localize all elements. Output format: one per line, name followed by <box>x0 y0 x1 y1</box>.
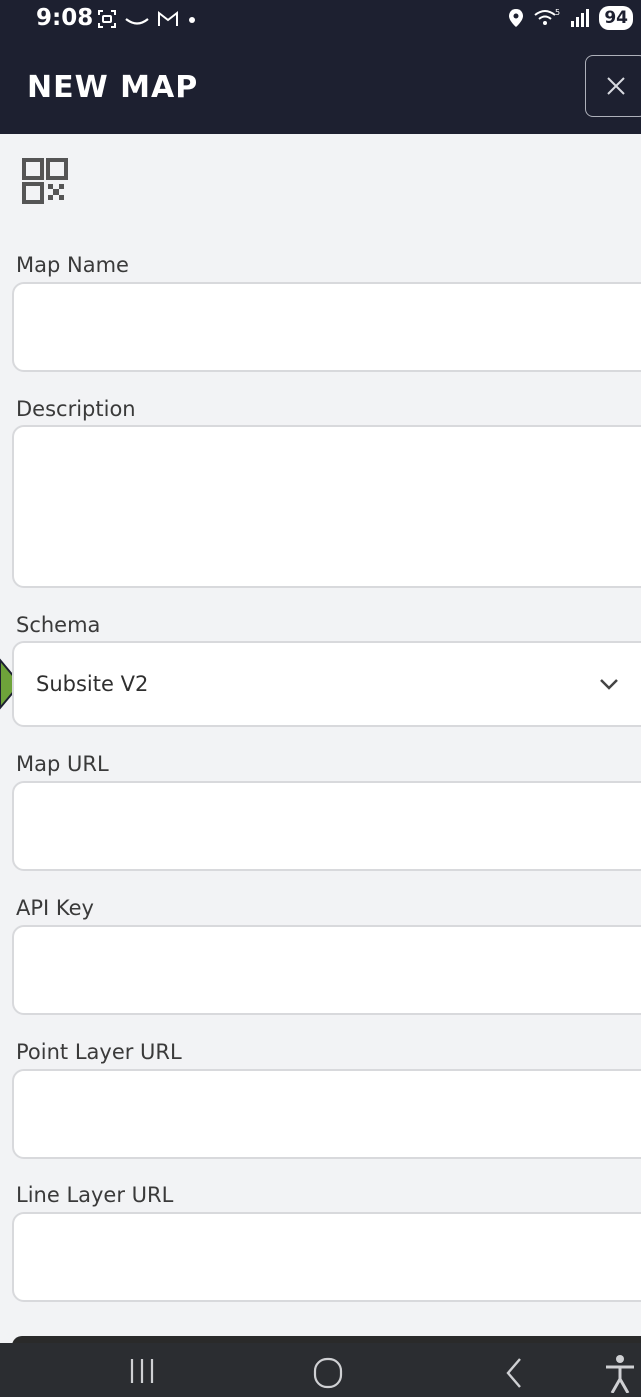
map-name-input[interactable] <box>12 282 641 372</box>
chevron-down-icon <box>600 679 618 690</box>
point-layer-url-label: Point Layer URL <box>16 1040 182 1064</box>
api-key-label: API Key <box>16 896 94 920</box>
schema-label: Schema <box>16 613 101 637</box>
close-icon <box>607 77 625 95</box>
screenshot-icon <box>98 10 116 28</box>
point-layer-url-input[interactable] <box>12 1069 641 1159</box>
dot-icon <box>189 17 195 23</box>
line-layer-url-label: Line Layer URL <box>16 1183 174 1207</box>
app-header: NEW MAP <box>0 36 641 134</box>
gmail-icon <box>158 10 178 26</box>
voicemail-icon <box>125 18 149 25</box>
accessibility-icon[interactable] <box>602 1353 638 1393</box>
battery-level: 94 <box>599 6 633 30</box>
map-url-input[interactable] <box>12 781 641 871</box>
system-nav-bar <box>0 1343 641 1397</box>
svg-text:5: 5 <box>555 8 560 17</box>
qr-scan-button[interactable] <box>22 158 70 206</box>
line-layer-url-input[interactable] <box>12 1212 641 1302</box>
close-button[interactable] <box>585 55 641 117</box>
status-time: 9:08 <box>36 5 94 31</box>
description-input[interactable] <box>12 425 641 588</box>
page-title: NEW MAP <box>27 70 199 105</box>
home-icon[interactable] <box>310 1353 346 1389</box>
location-icon <box>509 9 524 27</box>
map-name-label: Map Name <box>16 253 129 277</box>
back-icon[interactable] <box>500 1353 530 1389</box>
notification-icons <box>96 8 198 30</box>
system-icons: 5 94 <box>507 4 633 32</box>
status-bar: 9:08 5 94 <box>0 0 641 36</box>
recent-apps-icon[interactable] <box>126 1353 158 1387</box>
schema-selected-value: Subsite V2 <box>36 672 149 696</box>
description-label: Description <box>16 397 136 421</box>
qr-code-icon <box>22 158 68 204</box>
wifi-icon: 5 <box>534 8 560 25</box>
signal-icon <box>571 9 590 27</box>
schema-select[interactable]: Subsite V2 <box>12 641 641 727</box>
api-key-input[interactable] <box>12 925 641 1015</box>
map-url-label: Map URL <box>16 752 109 776</box>
